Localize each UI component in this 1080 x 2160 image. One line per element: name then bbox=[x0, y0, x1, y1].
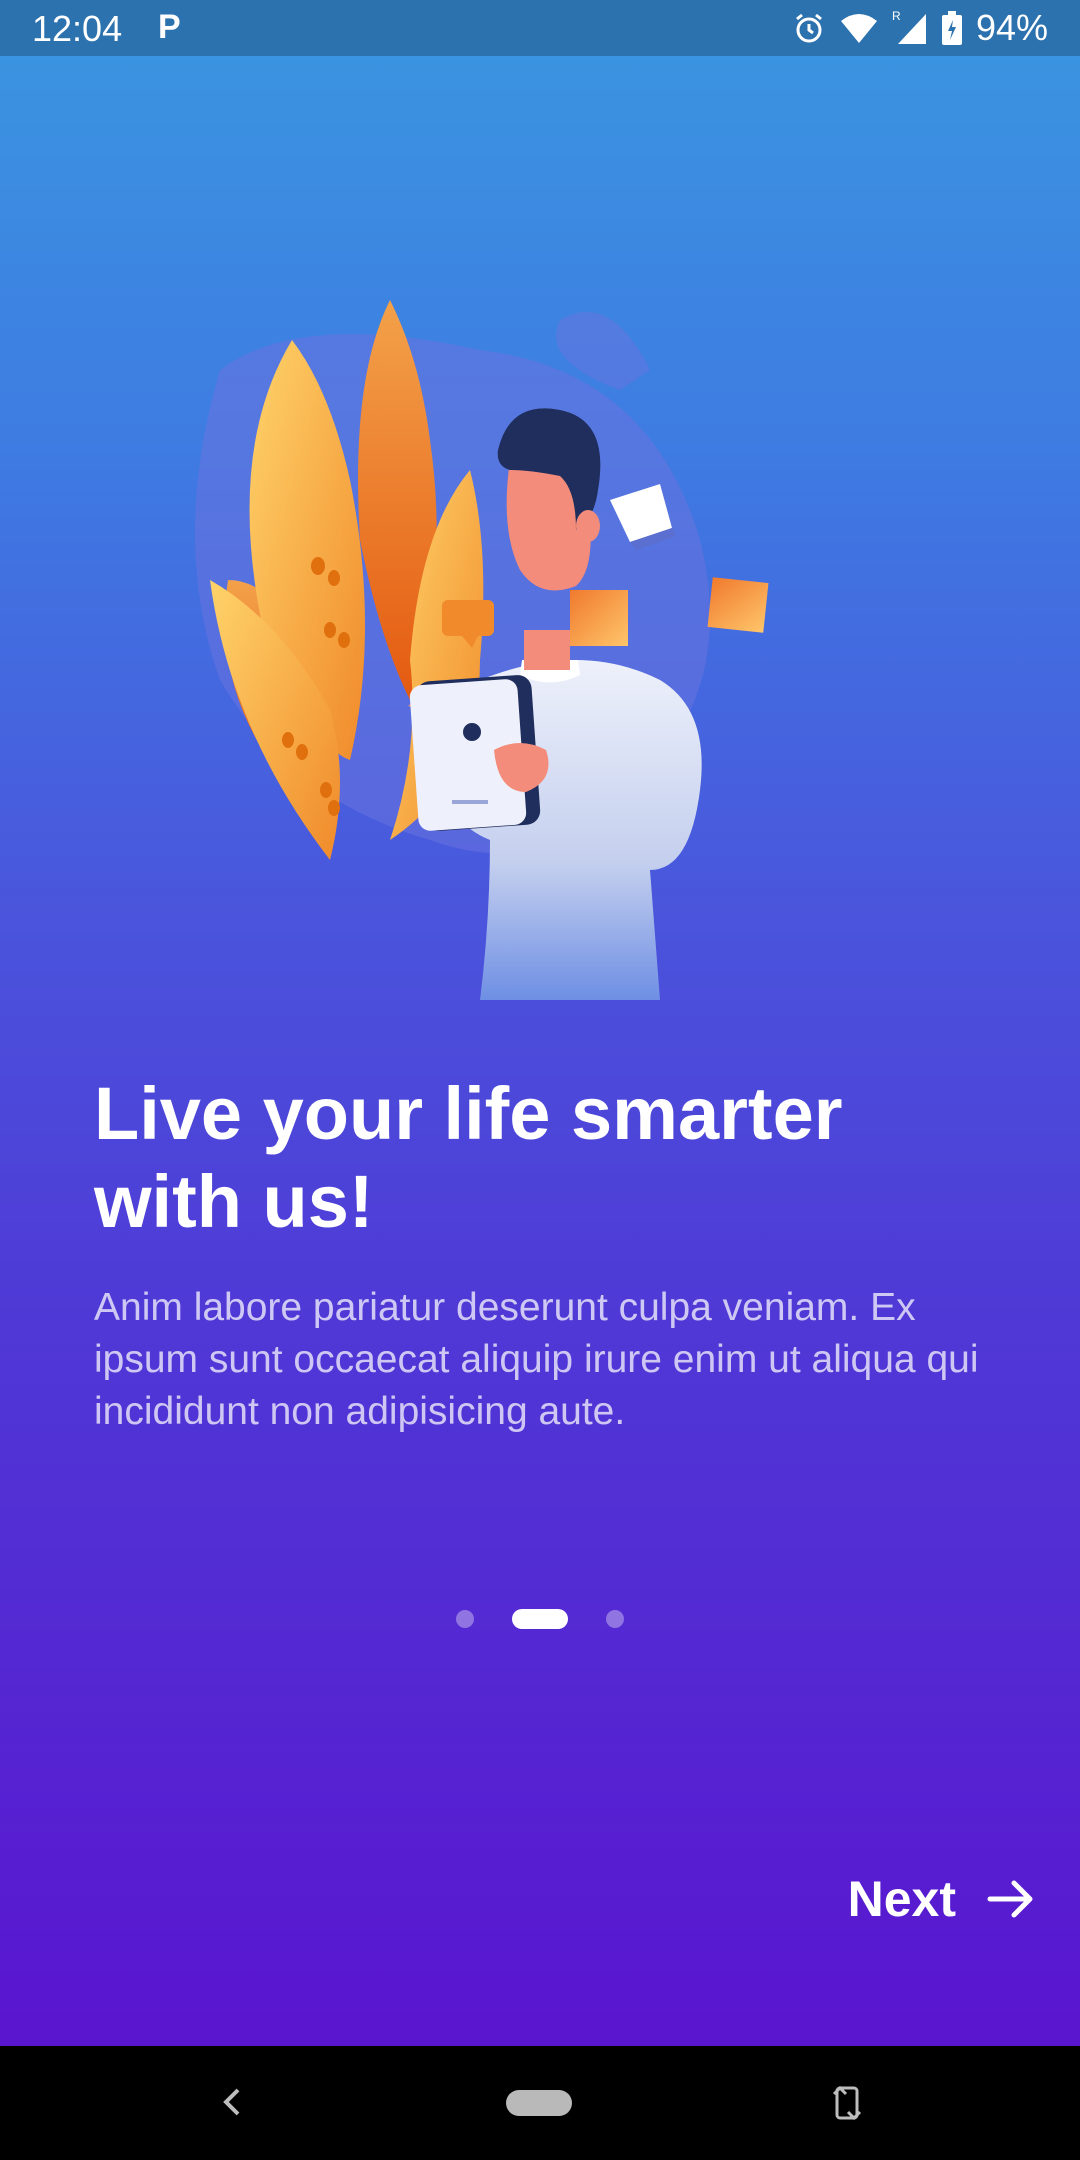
back-icon[interactable] bbox=[218, 2084, 244, 2120]
signal-icon: R bbox=[892, 10, 926, 44]
wifi-icon bbox=[840, 14, 877, 43]
svg-text:R: R bbox=[892, 10, 901, 23]
system-navigation-bar bbox=[0, 2046, 1080, 2160]
onboarding-illustration bbox=[195, 300, 769, 1000]
page-indicator bbox=[0, 1604, 1080, 1634]
rotate-icon[interactable] bbox=[832, 2080, 862, 2126]
arrow-right-icon bbox=[987, 1880, 1033, 1918]
home-pill[interactable] bbox=[506, 2090, 572, 2116]
notification-app-icon: P bbox=[158, 8, 181, 46]
status-time: 12:04 bbox=[32, 8, 123, 49]
status-bar: 12:04 P R 94% bbox=[0, 0, 1080, 56]
alarm-icon bbox=[796, 13, 822, 43]
page-dot-2[interactable] bbox=[512, 1609, 568, 1629]
page-dot-3[interactable] bbox=[606, 1610, 624, 1628]
battery-icon bbox=[941, 11, 962, 45]
next-button[interactable]: Next bbox=[848, 1864, 1036, 1934]
status-icons: R 94% bbox=[792, 6, 1048, 50]
battery-percent: 94% bbox=[975, 7, 1048, 48]
onboarding-headline: Live your life smarter with us! bbox=[94, 1072, 843, 1243]
page-dot-1[interactable] bbox=[456, 1610, 474, 1628]
onboarding-description: Anim labore pariatur deserunt culpa veni… bbox=[94, 1286, 979, 1433]
next-button-label: Next bbox=[847, 1871, 956, 1927]
